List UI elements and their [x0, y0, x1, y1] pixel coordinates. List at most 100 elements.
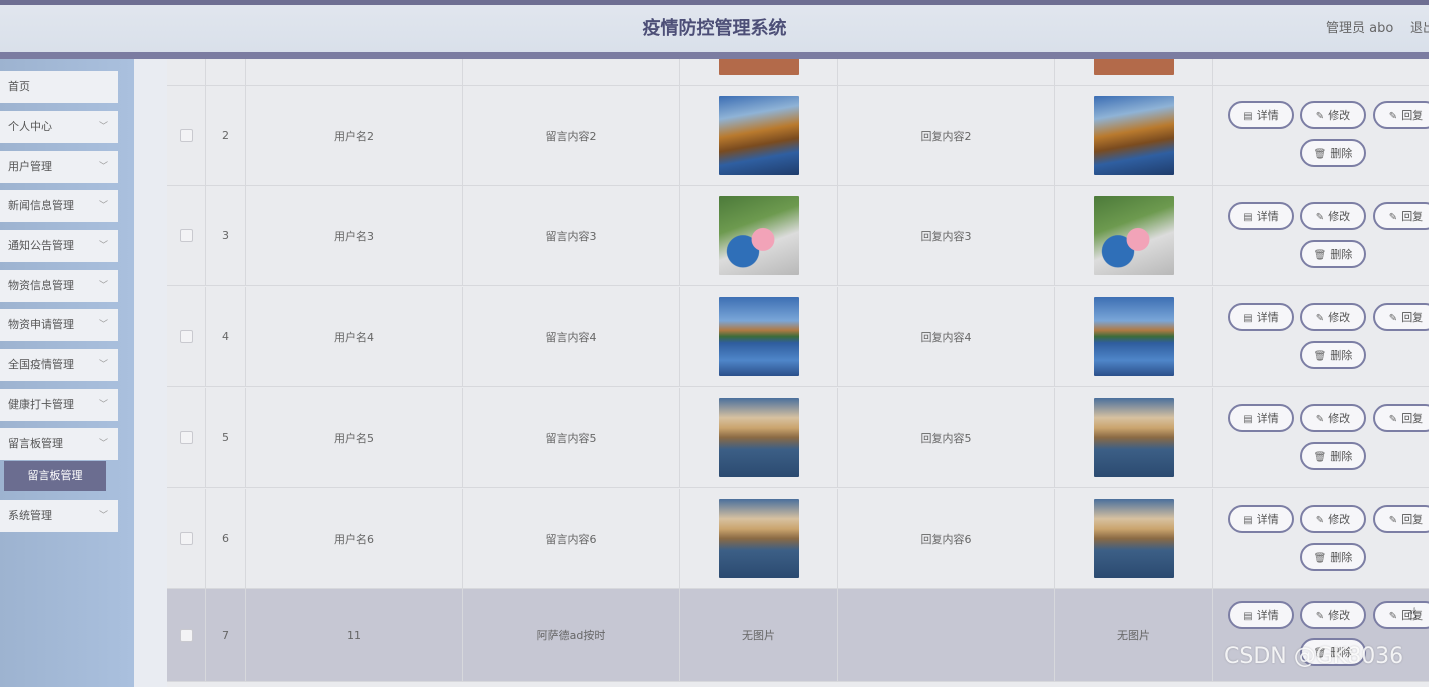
edit-button[interactable]: ✎ 修改 — [1300, 101, 1366, 129]
message-image[interactable] — [718, 297, 799, 376]
edit-button[interactable]: ✎ 修改 — [1300, 505, 1366, 533]
detail-button[interactable]: ▤ 详情 — [1228, 202, 1294, 230]
reply-image[interactable] — [1093, 398, 1174, 477]
message-cell: 留言内容2 — [463, 86, 680, 185]
sidebar-item-label: 首页 — [8, 80, 30, 93]
table-row — [167, 59, 1429, 86]
username-cell: 用户名4 — [246, 287, 463, 386]
trash-icon: 🗑 — [1313, 351, 1327, 362]
delete-button[interactable]: 🗑 删除 — [1300, 543, 1366, 571]
chevron-down-icon: ﹀ — [98, 439, 108, 449]
detail-button[interactable]: ▤ 详情 — [1228, 601, 1294, 629]
pencil-icon: ✎ — [1388, 313, 1398, 324]
trash-icon: 🗑 — [1313, 452, 1327, 463]
sidebar-item-label: 留言板管理 — [8, 437, 63, 450]
sidebar-item-supplies[interactable]: 物资信息管理 ﹀ — [0, 270, 118, 302]
detail-button[interactable]: ▤ 详情 — [1228, 303, 1294, 331]
sidebar-item-label: 用户管理 — [8, 160, 52, 173]
row-checkbox[interactable] — [179, 330, 193, 343]
edit-button[interactable]: ✎ 修改 — [1300, 303, 1366, 331]
main-content: 2 用户名2 留言内容2 回复内容2 ▤ 详情 ✎ 修改 ✎ 回复 🗑 删除 3 用户名… — [134, 59, 1429, 687]
document-icon: ▤ — [1243, 414, 1253, 425]
message-cell: 留言内容5 — [463, 388, 680, 487]
detail-button[interactable]: ▤ 详情 — [1228, 505, 1294, 533]
sidebar-item-national-epidemic[interactable]: 全国疫情管理 ﹀ — [0, 349, 118, 381]
sidebar-item-users[interactable]: 用户管理 ﹀ — [0, 151, 118, 183]
detail-button[interactable]: ▤ 详情 — [1228, 101, 1294, 129]
document-icon: ▤ — [1243, 515, 1253, 526]
chevron-down-icon: ﹀ — [98, 281, 108, 291]
delete-button[interactable]: 🗑 删除 — [1300, 442, 1366, 470]
row-index: 6 — [206, 489, 246, 588]
reply-image[interactable] — [1093, 196, 1174, 275]
sidebar-item-label: 健康打卡管理 — [8, 398, 74, 411]
reply-image[interactable] — [1093, 96, 1174, 175]
reply-button[interactable]: ✎ 回复 — [1373, 404, 1429, 432]
reply-image[interactable] — [1093, 499, 1174, 578]
delete-button[interactable]: 🗑 删除 — [1300, 341, 1366, 369]
pencil-icon: ✎ — [1315, 212, 1325, 223]
detail-button[interactable]: ▤ 详情 — [1228, 404, 1294, 432]
document-icon: ▤ — [1243, 212, 1253, 223]
sidebar-item-label: 新闻信息管理 — [8, 199, 74, 212]
delete-button[interactable]: 🗑 删除 — [1300, 139, 1366, 167]
sidebar-item-label: 全国疫情管理 — [8, 358, 74, 371]
sidebar-item-news[interactable]: 新闻信息管理 ﹀ — [0, 190, 118, 222]
sidebar-item-system[interactable]: 系统管理 ﹀ — [0, 500, 118, 532]
document-icon: ▤ — [1243, 111, 1253, 122]
reply-image — [1093, 59, 1174, 75]
table-row: 3 用户名3 留言内容3 回复内容3 ▤ 详情 ✎ 修改 ✎ 回复 🗑 删除 — [167, 186, 1429, 286]
row-checkbox[interactable] — [179, 129, 193, 142]
logout-link[interactable]: 退出 — [1410, 5, 1429, 52]
sidebar-item-label: 通知公告管理 — [8, 239, 74, 252]
sidebar-item-supply-requests[interactable]: 物资申请管理 ﹀ — [0, 309, 118, 341]
row-index: 5 — [206, 388, 246, 487]
row-checkbox-cell — [167, 59, 206, 85]
reply-button[interactable]: ✎ 回复 — [1373, 601, 1429, 629]
message-cell: 留言内容6 — [463, 489, 680, 588]
sidebar-item-message-board[interactable]: 留言板管理 ﹀ — [0, 428, 118, 460]
edit-button[interactable]: ✎ 修改 — [1300, 404, 1366, 432]
row-checkbox[interactable] — [179, 229, 193, 242]
delete-button[interactable]: 🗑 删除 — [1300, 240, 1366, 268]
sidebar-item-health-checkin[interactable]: 健康打卡管理 ﹀ — [0, 389, 118, 421]
pencil-icon: ✎ — [1315, 611, 1325, 622]
message-image[interactable] — [718, 499, 799, 578]
chevron-down-icon: ﹀ — [98, 400, 108, 410]
document-icon: ▤ — [1243, 313, 1253, 324]
message-image[interactable] — [718, 96, 799, 175]
sidebar-subitem-message-board[interactable]: 留言板管理 — [4, 461, 106, 491]
reply-button[interactable]: ✎ 回复 — [1373, 101, 1429, 129]
pencil-icon: ✎ — [1388, 111, 1398, 122]
header-divider — [0, 52, 1429, 59]
reply-cell: 回复内容3 — [838, 186, 1055, 285]
sidebar-item-profile[interactable]: 个人中心 ﹀ — [0, 111, 118, 143]
row-checkbox[interactable] — [179, 532, 193, 545]
username-cell: 用户名6 — [246, 489, 463, 588]
trash-icon: 🗑 — [1313, 149, 1327, 160]
row-index: 2 — [206, 86, 246, 185]
row-checkbox[interactable] — [179, 628, 193, 642]
message-cell: 留言内容4 — [463, 287, 680, 386]
no-image-label: 无图片 — [680, 589, 838, 681]
reply-button[interactable]: ✎ 回复 — [1373, 505, 1429, 533]
message-image[interactable] — [718, 196, 799, 275]
chevron-down-icon: ﹀ — [98, 201, 108, 211]
reply-button[interactable]: ✎ 回复 — [1373, 303, 1429, 331]
row-index: 4 — [206, 287, 246, 386]
chevron-down-icon: ﹀ — [98, 360, 108, 370]
sidebar-item-notices[interactable]: 通知公告管理 ﹀ — [0, 230, 118, 262]
row-checkbox[interactable] — [179, 431, 193, 444]
watermark: CSDN @GK8036 — [1224, 644, 1404, 669]
reply-button[interactable]: ✎ 回复 — [1373, 202, 1429, 230]
edit-button[interactable]: ✎ 修改 — [1300, 601, 1366, 629]
sidebar-item-home[interactable]: 首页 — [0, 71, 118, 103]
reply-cell: 回复内容6 — [838, 489, 1055, 588]
edit-button[interactable]: ✎ 修改 — [1300, 202, 1366, 230]
table-row: 2 用户名2 留言内容2 回复内容2 ▤ 详情 ✎ 修改 ✎ 回复 🗑 删除 — [167, 86, 1429, 186]
reply-image[interactable] — [1093, 297, 1174, 376]
row-index: 7 — [206, 589, 246, 681]
chevron-down-icon: ﹀ — [98, 511, 108, 521]
message-table: 2 用户名2 留言内容2 回复内容2 ▤ 详情 ✎ 修改 ✎ 回复 🗑 删除 3 用户名… — [167, 59, 1429, 687]
message-image[interactable] — [718, 398, 799, 477]
